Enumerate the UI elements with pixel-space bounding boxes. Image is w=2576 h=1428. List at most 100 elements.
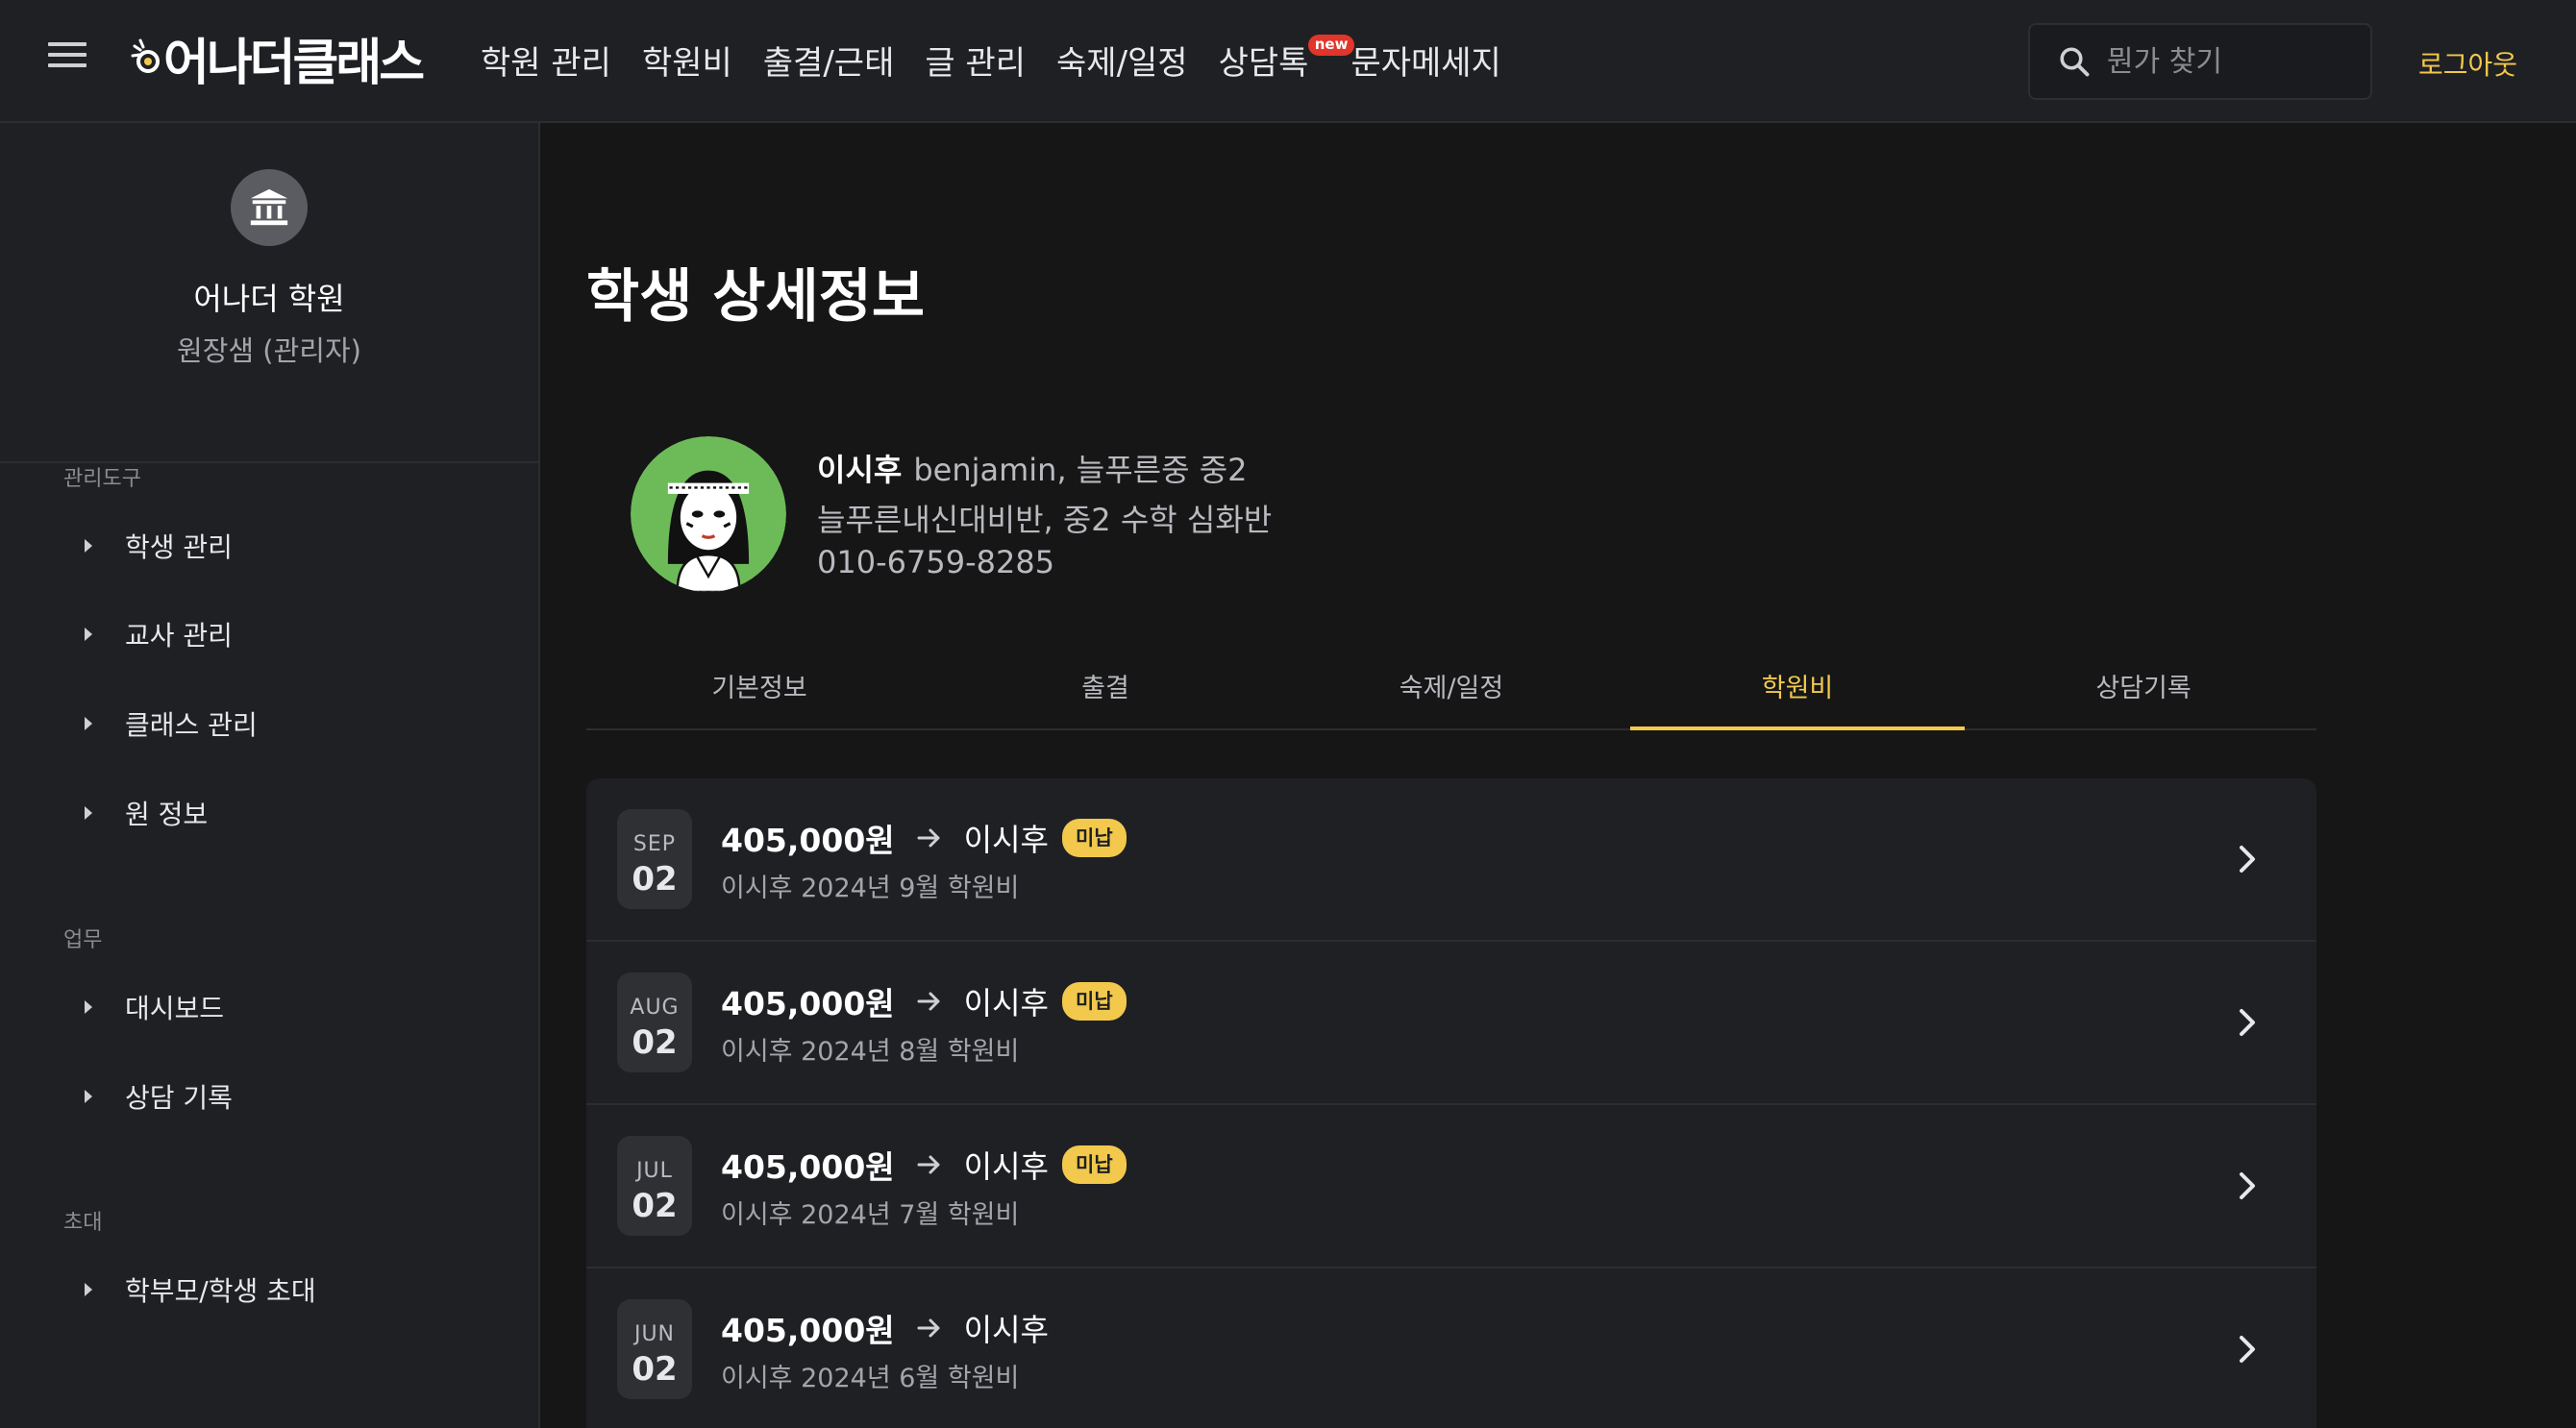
- sidebar-item-label: 학부모/학생 초대: [125, 1275, 316, 1307]
- section-title-tools: 관리도구: [63, 467, 141, 491]
- arrow-right-icon: [917, 1155, 940, 1174]
- logo-mark-icon: [131, 38, 160, 73]
- search-input[interactable]: [2107, 44, 2347, 79]
- date-month: AUG: [630, 996, 680, 1020]
- status-badge: 미납: [1062, 1145, 1127, 1184]
- date-month: JUL: [636, 1159, 673, 1183]
- section-title-invite: 초대: [63, 1211, 103, 1235]
- date-day: 02: [632, 1187, 678, 1225]
- date-box: AUG 02: [617, 973, 692, 1072]
- sidebar-item-students[interactable]: 학생 관리: [85, 527, 233, 565]
- page-title: 학생 상세정보: [586, 263, 926, 331]
- fee-description: 이시후 2024년 9월 학원비: [721, 874, 1020, 903]
- fee-amount: 405,000원: [721, 1312, 895, 1349]
- sidebar-item-label: 학생 관리: [125, 531, 233, 563]
- search-icon: [2060, 47, 2090, 77]
- sidebar-item-label: 대시보드: [125, 993, 225, 1024]
- sidebar-item-classes[interactable]: 클래스 관리: [85, 704, 258, 743]
- chevron-right-icon: [2240, 846, 2255, 873]
- arrow-right-icon: [917, 828, 940, 848]
- new-badge: new: [1307, 35, 1355, 56]
- tab-tuition[interactable]: 학원비: [1624, 646, 1970, 730]
- nav-sms[interactable]: 문자메세지: [1350, 37, 1500, 84]
- tab-basic-info[interactable]: 기본정보: [586, 646, 932, 728]
- date-day: 02: [632, 1023, 678, 1062]
- fee-summary: 405,000원 이시후 미납: [721, 978, 1127, 1024]
- student-info: benjamin, 늘푸른중 중2: [913, 452, 1248, 488]
- fee-summary: 405,000원 이시후 미납: [721, 1142, 1127, 1188]
- date-month: SEP: [632, 832, 677, 856]
- fee-payer: 이시후: [963, 985, 1049, 1022]
- nav-posts[interactable]: 글 관리: [925, 37, 1026, 84]
- section-title-work: 업무: [63, 928, 103, 952]
- sidebar-item-consult-records[interactable]: 상담 기록: [85, 1077, 233, 1116]
- date-box: JUN 02: [617, 1299, 692, 1399]
- nav-consult-talk[interactable]: 상담톡 new: [1218, 35, 1355, 84]
- caret-right-icon: [85, 1000, 92, 1014]
- tuition-row[interactable]: JUL 02 405,000원 이시후 미납 이시후 2024년 7월 학원비: [586, 1105, 2316, 1268]
- nav-homework[interactable]: 숙제/일정: [1056, 37, 1188, 84]
- fee-payer: 이시후: [963, 1312, 1049, 1348]
- user-role: 원장샘 (관리자): [177, 334, 361, 367]
- caret-right-icon: [85, 1283, 92, 1296]
- chevron-right-icon: [2240, 1009, 2255, 1036]
- date-month: JUN: [633, 1322, 676, 1346]
- date-box: SEP 02: [617, 809, 692, 909]
- arrow-right-icon: [917, 992, 940, 1011]
- academy-profile: 어나더 학원 원장샘 (관리자): [0, 169, 538, 463]
- sidebar-item-label: 클래스 관리: [125, 709, 258, 741]
- sidebar-item-dashboard[interactable]: 대시보드: [85, 988, 224, 1026]
- status-badge: 미납: [1062, 982, 1127, 1021]
- fee-summary: 405,000원 이시후 미납: [721, 815, 1127, 861]
- logo[interactable]: 어나더클래스: [131, 27, 425, 92]
- sidebar-item-label: 원 정보: [125, 799, 209, 830]
- search-box[interactable]: [2028, 23, 2372, 100]
- menu-icon[interactable]: [48, 42, 87, 81]
- sidebar-item-invite[interactable]: 학부모/학생 초대: [85, 1270, 316, 1309]
- tuition-row[interactable]: JUN 02 405,000원 이시후 이시후 2024년 6월 학원비: [586, 1268, 2316, 1428]
- nav-tuition[interactable]: 학원비: [642, 37, 732, 84]
- fee-description: 이시후 2024년 8월 학원비: [721, 1037, 1020, 1067]
- date-box: JUL 02: [617, 1136, 692, 1236]
- caret-right-icon: [85, 1090, 92, 1103]
- fee-payer: 이시후: [963, 822, 1049, 858]
- sidebar-item-label: 교사 관리: [125, 620, 233, 652]
- logout-link[interactable]: 로그아웃: [2418, 44, 2517, 83]
- fee-payer: 이시후: [963, 1148, 1049, 1185]
- academy-building-icon: [231, 169, 308, 246]
- date-day: 02: [632, 860, 678, 899]
- sidebar: 어나더 학원 원장샘 (관리자) 관리도구 학생 관리 교사 관리 클래스 관리…: [0, 123, 540, 1428]
- tuition-row[interactable]: SEP 02 405,000원 이시후 미납 이시후 2024년 9월 학원비: [586, 778, 2316, 942]
- tab-attendance[interactable]: 출결: [932, 646, 1278, 728]
- caret-right-icon: [85, 628, 92, 641]
- tab-homework[interactable]: 숙제/일정: [1278, 646, 1624, 728]
- chevron-right-icon: [2240, 1336, 2255, 1363]
- chevron-right-icon: [2240, 1172, 2255, 1199]
- sidebar-item-teachers[interactable]: 교사 관리: [85, 615, 233, 653]
- fee-amount: 405,000원: [721, 985, 895, 1022]
- detail-tabs: 기본정보 출결 숙제/일정 학원비 상담기록: [586, 646, 2316, 730]
- student-header: 이시후 benjamin, 늘푸른중 중2: [817, 446, 1248, 490]
- student-avatar: [631, 436, 786, 592]
- fee-description: 이시후 2024년 6월 학원비: [721, 1364, 1020, 1393]
- fee-amount: 405,000원: [721, 1148, 895, 1186]
- sidebar-item-label: 상담 기록: [125, 1082, 233, 1114]
- top-bar: 어나더클래스 학원 관리 학원비 출결/근태 글 관리 숙제/일정 상담톡 ne…: [0, 0, 2576, 123]
- arrow-right-icon: [917, 1318, 940, 1338]
- logo-text: 어나더클래스: [163, 34, 425, 92]
- nav-consult-talk-label: 상담톡: [1218, 44, 1309, 83]
- fee-amount: 405,000원: [721, 822, 895, 859]
- caret-right-icon: [85, 806, 92, 820]
- student-classes: 늘푸른내신대비반, 중2 수학 심화반: [817, 502, 1273, 538]
- nav-attendance[interactable]: 출결/근태: [763, 37, 895, 84]
- academy-name: 어나더 학원: [193, 281, 345, 317]
- tuition-list: SEP 02 405,000원 이시후 미납 이시후 2024년 9월 학원비 …: [586, 778, 2316, 1428]
- fee-summary: 405,000원 이시후: [721, 1305, 1062, 1351]
- date-day: 02: [632, 1350, 678, 1389]
- nav-academy-management[interactable]: 학원 관리: [481, 37, 611, 84]
- tab-consult-records[interactable]: 상담기록: [1970, 646, 2316, 728]
- student-phone: 010-6759-8285: [817, 544, 1055, 580]
- sidebar-item-academy-info[interactable]: 원 정보: [85, 794, 208, 832]
- student-name: 이시후: [817, 452, 903, 488]
- tuition-row[interactable]: AUG 02 405,000원 이시후 미납 이시후 2024년 8월 학원비: [586, 942, 2316, 1105]
